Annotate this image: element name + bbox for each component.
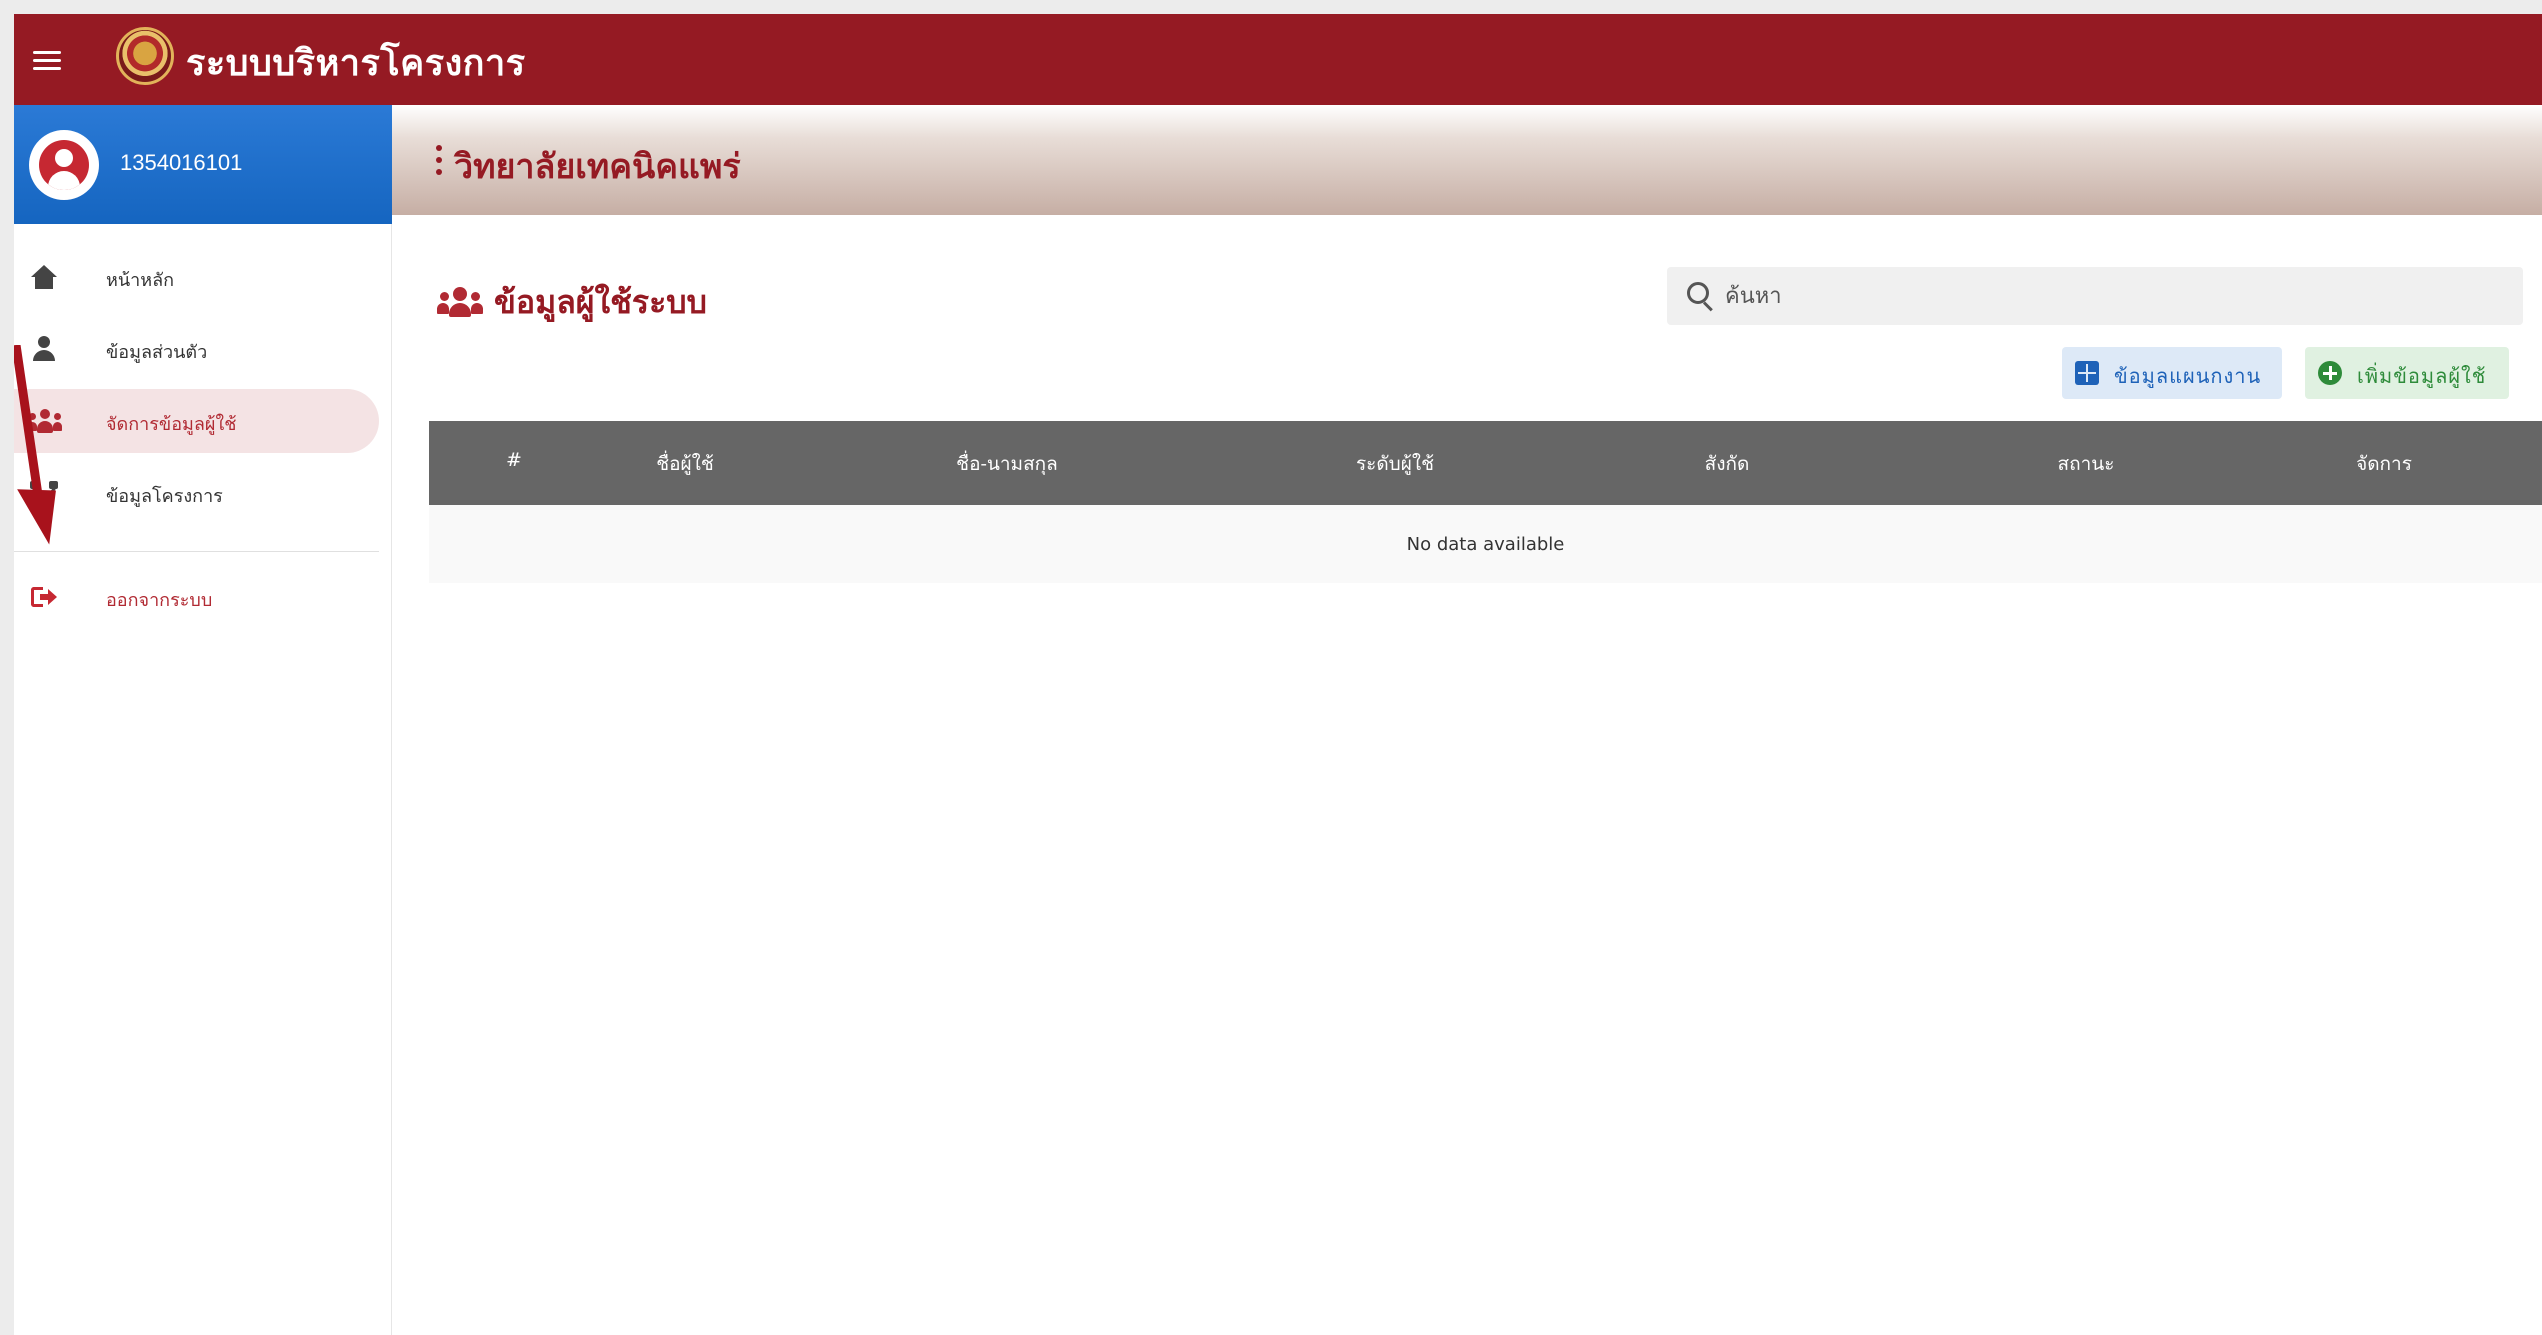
more-vert-icon [436,145,442,177]
account-circle-icon [39,140,89,190]
add-user-button-label: เพิ่มข้อมูลผู้ใช้ [2357,364,2487,388]
org-header: วิทยาลัยเทคนิคแพร่ [392,105,2542,215]
sidebar-item-logout[interactable]: ออกจากระบบ [14,565,379,629]
search-field[interactable] [1667,267,2523,325]
column-header-index[interactable]: # [506,449,522,471]
main-content: วิทยาลัยเทคนิคแพร่ ข้อมูลผู้ใช้ระบบ ข้อม… [392,105,2542,1335]
add-circle-icon [2318,361,2342,385]
sidebar-item-projects[interactable]: ข้อมูลโครงการ [14,461,379,525]
column-header-fullname[interactable]: ชื่อ-นามสกุล [956,449,1058,479]
avatar[interactable] [29,130,99,200]
menu-icon[interactable] [33,42,69,78]
user-icon [28,333,60,365]
user-card: 1354016101 [14,105,392,224]
sidebar-item-label: ข้อมูลส่วนตัว [106,342,208,363]
home-icon [28,261,60,293]
org-name: วิทยาลัยเทคนิคแพร่ [454,148,741,186]
table-empty-row: No data available [429,505,2542,583]
app-title: ระบบบริหารโครงการ [186,42,526,83]
table-grid-icon [2075,361,2099,385]
sidebar-item-label: หน้าหลัก [106,270,175,291]
sitemap-icon [28,477,60,509]
user-id: 1354016101 [120,150,243,175]
column-header-affiliation[interactable]: สังกัด [1705,449,1750,479]
search-icon [1687,282,1717,312]
table-header: # ชื่อผู้ใช้ ชื่อ-นามสกุล ระดับผู้ใช้ สั… [429,421,2542,505]
sidebar: 1354016101 หน้าหลัก ข้อมูลส่วนตัว จัดการ… [14,105,392,1335]
add-user-button[interactable]: เพิ่มข้อมูลผู้ใช้ [2305,347,2509,399]
column-header-username[interactable]: ชื่อผู้ใช้ [656,449,714,479]
department-data-button-label: ข้อมูลแผนกงาน [2114,364,2262,388]
sidebar-item-manage-users[interactable]: จัดการข้อมูลผู้ใช้ [14,389,379,453]
column-header-user-level[interactable]: ระดับผู้ใช้ [1356,449,1434,479]
sidebar-divider [14,551,379,552]
column-header-status[interactable]: สถานะ [2058,449,2115,479]
sidebar-item-home[interactable]: หน้าหลัก [14,245,379,309]
page-title: ข้อมูลผู้ใช้ระบบ [494,284,707,320]
top-app-bar: ระบบบริหารโครงการ [14,14,2542,105]
org-seal-logo [116,27,174,85]
search-input[interactable] [1725,275,2505,317]
sidebar-item-profile[interactable]: ข้อมูลส่วนตัว [14,317,379,381]
sidebar-item-label: ออกจากระบบ [106,590,213,611]
empty-state-text: No data available [1406,533,1565,555]
column-header-actions: จัดการ [2356,453,2412,475]
app-frame: ระบบบริหารโครงการ 1354016101 หน้าหลัก ข้… [14,14,2542,1335]
users-icon [437,287,483,317]
logout-icon [28,581,60,613]
users-table: # ชื่อผู้ใช้ ชื่อ-นามสกุล ระดับผู้ใช้ สั… [429,421,2542,583]
sidebar-item-label: จัดการข้อมูลผู้ใช้ [106,414,237,435]
users-icon [28,405,62,437]
sidebar-item-label: ข้อมูลโครงการ [106,486,223,507]
department-data-button[interactable]: ข้อมูลแผนกงาน [2062,347,2282,399]
